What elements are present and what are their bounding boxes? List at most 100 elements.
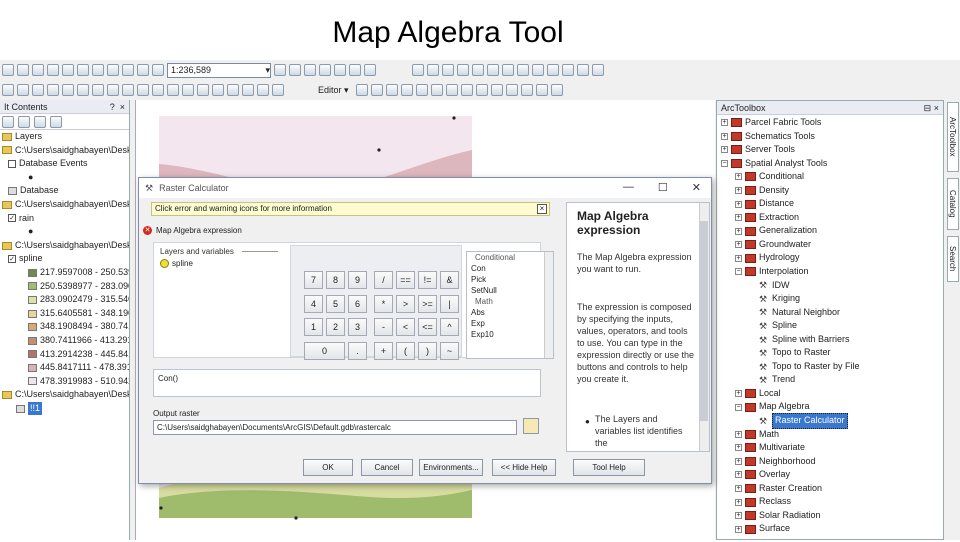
- toolbox-tool[interactable]: ⚒ Topo to Raster: [721, 346, 943, 360]
- modelbuilder-icon[interactable]: [364, 64, 376, 76]
- grid-icon[interactable]: [487, 64, 499, 76]
- expand-icon[interactable]: +: [735, 214, 742, 222]
- tool-help-button[interactable]: Tool Help: [573, 459, 645, 476]
- redo-icon[interactable]: [137, 64, 149, 76]
- reshape-icon[interactable]: [460, 84, 473, 96]
- layer-checkbox[interactable]: ✓: [8, 255, 16, 264]
- close-icon[interactable]: ×: [120, 102, 125, 112]
- globe-icon[interactable]: [47, 84, 59, 96]
- keypad-button[interactable]: 1: [304, 318, 323, 336]
- toolbox-toolset[interactable]: − Map Algebra: [721, 400, 943, 414]
- zoom-in-fixed-icon[interactable]: [412, 64, 424, 76]
- expand-icon[interactable]: +: [735, 444, 742, 452]
- back-extent-icon[interactable]: [62, 84, 74, 96]
- expand-icon[interactable]: +: [735, 512, 742, 520]
- toolbox-tool[interactable]: ⚒ Spline: [721, 319, 943, 333]
- error-icon[interactable]: ✕: [143, 226, 152, 235]
- hide-help-button[interactable]: << Hide Help: [492, 459, 556, 476]
- expand-icon[interactable]: +: [735, 227, 742, 235]
- map-scale-dropdown[interactable]: 1:236,589 ▾: [167, 62, 271, 78]
- functions-list[interactable]: Conditional Con Pick SetNull Math Abs Exp Exp10: [466, 251, 554, 359]
- layer-checkbox[interactable]: [8, 159, 16, 168]
- keypad-button[interactable]: 6: [348, 295, 367, 313]
- split-icon[interactable]: [490, 84, 503, 96]
- expand-icon[interactable]: +: [735, 471, 742, 479]
- search-window-icon[interactable]: [319, 64, 331, 76]
- zoom-page-icon[interactable]: [562, 64, 574, 76]
- attributes-icon[interactable]: [520, 84, 533, 96]
- keypad-button[interactable]: |: [440, 295, 459, 313]
- toc-layer[interactable]: ✓ rain: [2, 212, 129, 226]
- close-icon[interactable]: ✕: [692, 181, 701, 194]
- edit-vertices-icon[interactable]: [445, 84, 458, 96]
- editor-toolbar-icon[interactable]: [274, 64, 286, 76]
- collapse-icon[interactable]: −: [735, 403, 742, 411]
- expand-icon[interactable]: +: [735, 200, 742, 208]
- catalog-window-icon[interactable]: [304, 64, 316, 76]
- rotate-icon[interactable]: [505, 84, 518, 96]
- print-icon[interactable]: [47, 64, 59, 76]
- keypad-button[interactable]: !=: [418, 271, 437, 289]
- toc-folder[interactable]: C:\Users\saidghabayen\Deskt: [2, 239, 129, 253]
- find-route-icon[interactable]: [212, 84, 224, 96]
- keypad-button[interactable]: (: [396, 342, 415, 360]
- edit-annotation-icon[interactable]: [370, 84, 383, 96]
- identify-icon[interactable]: [137, 84, 149, 96]
- layer-checkbox[interactable]: ✓: [8, 214, 16, 223]
- keypad-button[interactable]: &: [440, 271, 459, 289]
- undo-icon[interactable]: [122, 64, 134, 76]
- pan-icon[interactable]: [32, 84, 44, 96]
- collapse-icon[interactable]: −: [735, 268, 742, 276]
- toolbox-toolset[interactable]: + Conditional: [721, 170, 943, 184]
- page-icon[interactable]: [547, 64, 559, 76]
- tab-search[interactable]: Search: [947, 236, 959, 282]
- keypad-button[interactable]: >=: [418, 295, 437, 313]
- browse-folder-icon[interactable]: [523, 418, 539, 434]
- keypad-button[interactable]: *: [374, 295, 393, 313]
- arctoolbox-icon[interactable]: [334, 64, 346, 76]
- keypad-button[interactable]: ^: [440, 318, 459, 336]
- toolbox-toolset[interactable]: + Groundwater: [721, 238, 943, 252]
- list-by-visibility-icon[interactable]: [34, 116, 46, 128]
- toolbox-toolset[interactable]: + Schematics Tools: [721, 130, 943, 144]
- keypad-button[interactable]: 3: [348, 318, 367, 336]
- close-icon[interactable]: ×: [934, 103, 939, 113]
- keypad-button[interactable]: 2: [326, 318, 345, 336]
- keypad-button[interactable]: ==: [396, 271, 415, 289]
- expand-icon[interactable]: +: [735, 390, 742, 398]
- toolbox-toolset[interactable]: + Generalization: [721, 224, 943, 238]
- new-icon[interactable]: [2, 64, 14, 76]
- viewer-icon[interactable]: [257, 84, 269, 96]
- function-item[interactable]: Pick: [467, 274, 553, 285]
- keypad-button[interactable]: >: [396, 295, 415, 313]
- keypad-button[interactable]: 4: [304, 295, 323, 313]
- expand-icon[interactable]: +: [735, 525, 742, 533]
- editor-menu[interactable]: Editor ▾: [314, 85, 353, 96]
- cut-icon[interactable]: [62, 64, 74, 76]
- toc-layer[interactable]: !!1: [2, 401, 129, 416]
- binoculars-icon[interactable]: [577, 64, 589, 76]
- environments-button[interactable]: Environments...: [419, 459, 483, 476]
- output-raster-field[interactable]: C:\Users\saidghabayen\Documents\ArcGIS\D…: [153, 420, 517, 435]
- select-elements-icon[interactable]: [122, 84, 134, 96]
- toolbox-toolset[interactable]: − Interpolation: [721, 265, 943, 279]
- select-icon[interactable]: [517, 64, 529, 76]
- sketch-properties-icon[interactable]: [535, 84, 548, 96]
- layout-icon[interactable]: [502, 64, 514, 76]
- expression-textbox[interactable]: Con(): [153, 369, 541, 397]
- toolbox-toolset[interactable]: + Raster Creation: [721, 482, 943, 496]
- toolbox-tool[interactable]: ⚒ Natural Neighbor: [721, 306, 943, 320]
- function-item[interactable]: Con: [467, 263, 553, 274]
- toolbox-tool[interactable]: ⚒ Raster Calculator: [721, 413, 943, 429]
- tab-catalog[interactable]: Catalog: [947, 178, 959, 230]
- toc-layer[interactable]: Database: [2, 184, 129, 198]
- paste-icon[interactable]: [92, 64, 104, 76]
- expand-icon[interactable]: +: [735, 187, 742, 194]
- functions-scrollbar[interactable]: [544, 252, 553, 358]
- toolbox-toolset[interactable]: + Density: [721, 184, 943, 198]
- keypad-button[interactable]: +: [374, 342, 393, 360]
- collapse-icon[interactable]: −: [721, 159, 728, 167]
- swipe-icon[interactable]: [272, 84, 284, 96]
- list-by-source-icon[interactable]: [18, 116, 30, 128]
- save-icon[interactable]: [32, 64, 44, 76]
